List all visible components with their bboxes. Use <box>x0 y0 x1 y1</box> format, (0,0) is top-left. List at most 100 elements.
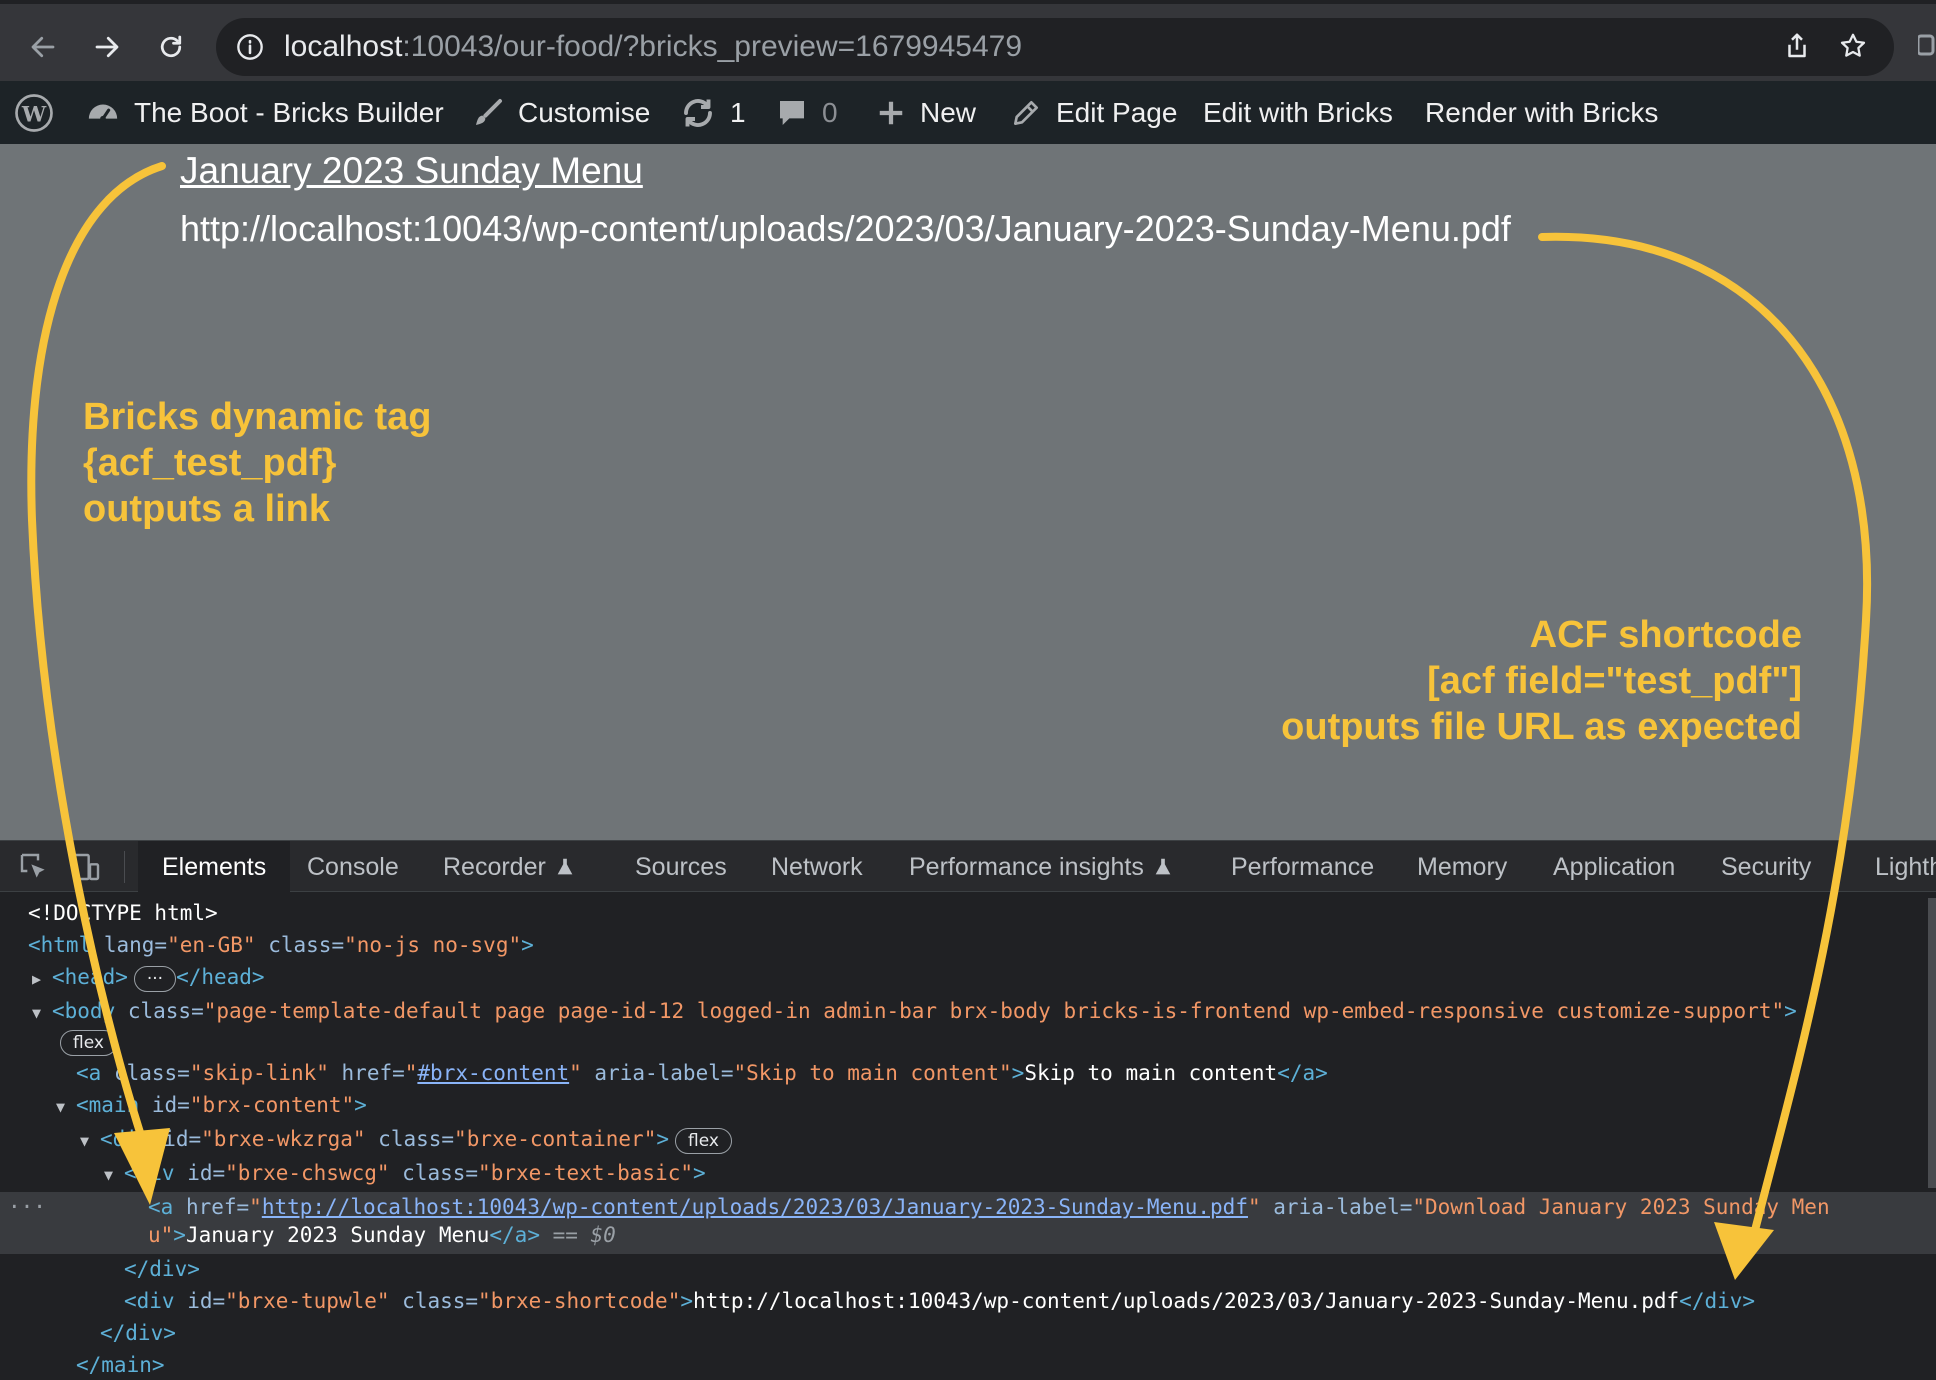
share-icon[interactable] <box>1782 31 1812 61</box>
token: " <box>404 1061 418 1085</box>
token: </div> <box>1679 1289 1756 1313</box>
selected-node-marker: == $0 <box>539 1223 616 1247</box>
token: " <box>249 1195 262 1219</box>
dom-node-doctype[interactable]: <!DOCTYPE html> <box>28 898 218 928</box>
token: class= <box>389 1161 479 1185</box>
new-label: New <box>920 96 977 128</box>
tab-security[interactable]: Security <box>1721 841 1811 893</box>
pdf-href-link[interactable]: http://localhost:10043/wp-content/upload… <box>262 1195 1248 1219</box>
token: class= <box>101 1061 190 1085</box>
reload-icon <box>160 35 182 58</box>
dom-node-body[interactable]: ▼ <body class="page-template-default page… <box>32 996 1797 1026</box>
row-more-dots[interactable]: ··· <box>8 1192 46 1222</box>
dom-node-text-basic[interactable]: ▼ <div id="brxe-chswcg" class="brxe-text-… <box>104 1158 706 1188</box>
token: " <box>569 1061 582 1085</box>
dom-node-pdf-anchor-cont[interactable]: u">January 2023 Sunday Menu</a> == $0 <box>148 1220 616 1250</box>
tab-performance-insights[interactable]: Performance insights <box>909 841 1174 893</box>
token: <head> <box>52 965 128 989</box>
tab-memory[interactable]: Memory <box>1417 841 1507 893</box>
edit-with-bricks-label: Edit with Bricks <box>1203 96 1393 128</box>
dom-node-main[interactable]: ▼ <main id="brx-content"> <box>56 1090 367 1120</box>
skip-href-link[interactable]: #brx-content <box>417 1061 569 1085</box>
address-bar[interactable]: localhost:10043/our-food/?bricks_preview… <box>216 18 1894 76</box>
new-content-menu[interactable]: New <box>876 81 976 144</box>
toolbar-divider <box>124 851 125 883</box>
token: "brxe-shortcode" <box>478 1289 681 1313</box>
reload-button[interactable] <box>148 24 194 70</box>
token: "brx-content" <box>189 1093 355 1117</box>
annotation-acf-shortcode: ACF shortcode [acf field="test_pdf"] out… <box>1180 612 1802 750</box>
dom-node-container[interactable]: ▼ <div id="brxe-wkzrga" class="brxe-conta… <box>80 1124 732 1154</box>
token: http://localhost:10043/wp-content/upload… <box>693 1289 1680 1313</box>
annotation-line: [acf field="test_pdf"] <box>1427 660 1802 702</box>
plus-icon <box>879 101 903 124</box>
dom-scrollbar[interactable] <box>1928 898 1936 1188</box>
dom-node-container-close[interactable]: </div> <box>100 1318 176 1348</box>
tab-console[interactable]: Console <box>307 841 399 893</box>
dashboard-gauge-icon <box>88 104 118 121</box>
comments-link[interactable]: 0 <box>776 81 838 144</box>
token: id= <box>174 1161 226 1185</box>
collapsed-children-badge[interactable]: ··· <box>133 966 177 992</box>
tab-network[interactable]: Network <box>771 841 863 893</box>
beaker-icon <box>1155 858 1171 875</box>
site-name: The Boot - Bricks Builder <box>134 96 444 128</box>
customise-link[interactable]: Customise <box>472 81 650 144</box>
token: "brxe-container" <box>454 1127 657 1151</box>
collapse-triangle-icon[interactable]: ▼ <box>32 998 52 1028</box>
pdf-download-link[interactable]: January 2023 Sunday Menu <box>180 150 643 192</box>
render-with-bricks-link[interactable]: Render with Bricks <box>1425 81 1658 144</box>
tab-sources[interactable]: Sources <box>635 841 727 893</box>
info-icon[interactable] <box>236 33 264 61</box>
token: <div <box>100 1127 151 1151</box>
extension-icon[interactable] <box>1916 30 1936 60</box>
token: <a <box>76 1061 102 1085</box>
tab-elements[interactable]: Elements <box>138 841 291 893</box>
wp-admin-bar: W The Boot - Bricks Builder Customise 1 … <box>0 81 1936 144</box>
updates-link[interactable]: 1 <box>680 81 746 144</box>
beaker-icon <box>557 858 573 875</box>
device-toolbar-icon[interactable] <box>70 851 102 883</box>
expand-triangle-icon[interactable]: ▶ <box>32 964 52 994</box>
wordpress-logo-button[interactable]: W <box>14 81 68 144</box>
edit-page-link[interactable]: Edit Page <box>1010 81 1177 144</box>
site-name-menu[interactable]: The Boot - Bricks Builder <box>86 81 444 144</box>
token: u" <box>148 1223 174 1247</box>
back-button[interactable] <box>20 24 66 70</box>
collapse-triangle-icon[interactable]: ▼ <box>56 1092 76 1122</box>
flex-badge[interactable]: flex <box>675 1128 732 1154</box>
tab-performance[interactable]: Performance <box>1231 841 1374 893</box>
token: "brxe-text-basic" <box>478 1161 693 1185</box>
dom-node-pdf-anchor[interactable]: <a href="http://localhost:10043/wp-conte… <box>148 1192 1830 1222</box>
token: <html <box>28 933 92 957</box>
dom-node-shortcode[interactable]: <div id="brxe-tupwle" class="brxe-shortc… <box>124 1286 1755 1316</box>
token: > <box>692 1161 706 1185</box>
url-path: :10043/our-food/?bricks_preview=16799454… <box>402 30 1023 63</box>
forward-button[interactable] <box>84 24 130 70</box>
collapse-triangle-icon[interactable]: ▼ <box>104 1160 124 1190</box>
flex-badge[interactable]: flex <box>60 1030 117 1056</box>
inspect-element-icon[interactable] <box>18 851 50 883</box>
star-icon[interactable] <box>1838 31 1868 61</box>
collapse-triangle-icon[interactable]: ▼ <box>80 1126 100 1156</box>
tab-lighthouse[interactable]: Lighth <box>1875 841 1936 893</box>
dom-node-html[interactable]: <html lang="en-GB" class="no-js no-svg"> <box>28 930 534 960</box>
dom-node-head[interactable]: ▶ <head> ··· </head> <box>32 962 265 992</box>
token: > <box>1011 1061 1025 1085</box>
token: aria-label= <box>581 1061 734 1085</box>
token: </div> <box>124 1257 200 1281</box>
token: <div <box>124 1161 175 1185</box>
token: class= <box>115 999 204 1023</box>
token: <a <box>148 1195 174 1219</box>
token: <main <box>76 1093 140 1117</box>
comment-bubble-icon <box>780 100 804 125</box>
tab-recorder[interactable]: Recorder <box>443 841 576 893</box>
edit-with-bricks-link[interactable]: Edit with Bricks <box>1203 81 1393 144</box>
dom-node-skip-link[interactable]: <a class="skip-link" href="#brx-content"… <box>76 1058 1328 1088</box>
annotation-line: Bricks dynamic tag <box>83 396 432 438</box>
url-text[interactable]: localhost:10043/our-food/?bricks_preview… <box>284 30 1022 64</box>
devtools-tab-bar: Elements Console Recorder Sources Networ… <box>0 840 1936 893</box>
tab-application[interactable]: Application <box>1553 841 1675 893</box>
dom-node-main-close[interactable]: </main> <box>76 1350 165 1380</box>
dom-node-div-close[interactable]: </div> <box>124 1254 200 1284</box>
